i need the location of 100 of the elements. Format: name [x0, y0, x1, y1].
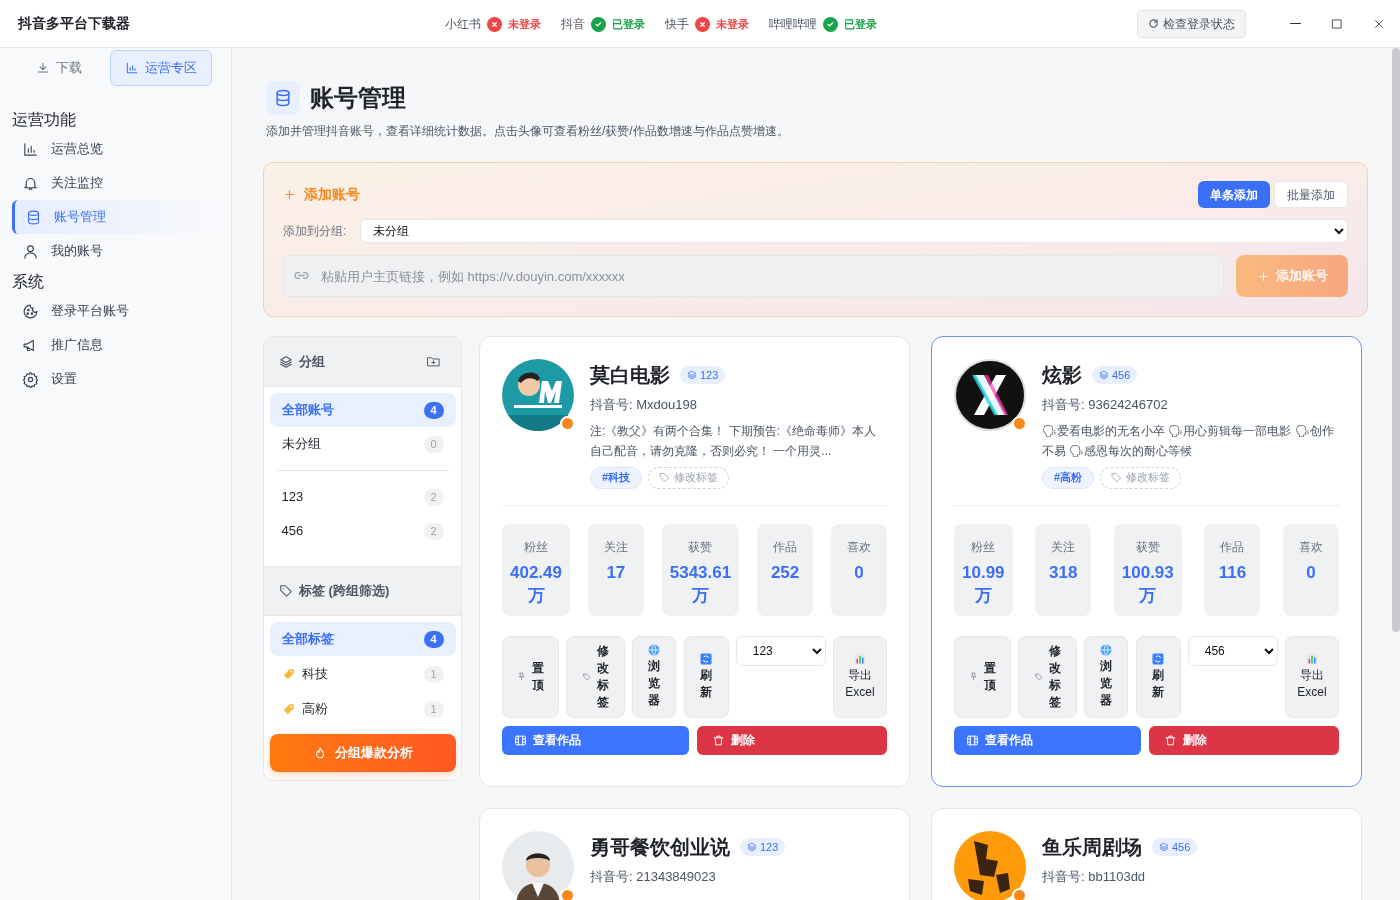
refresh-button[interactable]: 刷新: [1135, 635, 1181, 718]
filter-item[interactable]: 全部账号 4: [269, 393, 456, 427]
pin-icon: [517, 672, 526, 681]
view-works-button[interactable]: 查看作品: [954, 725, 1141, 755]
sidebar-tab[interactable]: 运营专区: [110, 49, 212, 86]
sidebar-item[interactable]: 我的账号: [12, 234, 222, 268]
stat-label: 关注: [603, 538, 628, 556]
filter-item[interactable]: 123 2: [269, 480, 456, 514]
stat-label: 喜欢: [1299, 538, 1323, 556]
tag-button[interactable]: 修改标签: [1018, 635, 1078, 718]
panel-heading: 标签 (跨组筛选): [299, 582, 390, 601]
layers-icon: [279, 354, 293, 369]
group-badge: 123: [740, 838, 786, 856]
delete-button[interactable]: 删除: [697, 725, 887, 755]
stat-unit: 万: [1139, 584, 1157, 607]
stat-label: 作品: [773, 538, 798, 556]
filter-item[interactable]: 未分组 0: [269, 427, 456, 461]
globe-icon: [1100, 644, 1113, 656]
export-button[interactable]: 导出 Excel: [1284, 635, 1339, 718]
stat-value: 116: [1218, 561, 1247, 584]
group-badge: 456: [1152, 838, 1198, 856]
pin-button[interactable]: 置顶: [502, 635, 559, 718]
folder-plus-icon[interactable]: [426, 354, 441, 369]
sidebar-tab[interactable]: 下载: [22, 49, 96, 86]
account-id: 抖音号: bb1103dd: [1042, 868, 1147, 886]
tag-icon: [659, 472, 671, 483]
pin-button[interactable]: 置顶: [954, 635, 1011, 718]
tag-chip[interactable]: #高粉: [1042, 466, 1095, 489]
field-label: 添加到分组:: [283, 223, 347, 240]
count-badge: 1: [423, 665, 444, 683]
tag-icon: [281, 702, 296, 716]
flame-icon: [313, 746, 327, 760]
sidebar-item[interactable]: 关注监控: [12, 166, 222, 200]
check-status-button[interactable]: 检查登录状态: [1137, 9, 1246, 38]
filter-item[interactable]: 高粉 1: [269, 692, 456, 726]
sidebar-item[interactable]: 登录平台账号: [12, 294, 222, 328]
tag-icon: [281, 667, 296, 681]
count-badge: 1: [423, 700, 444, 718]
plus-icon: [1256, 269, 1270, 283]
plus-icon: [283, 188, 296, 201]
sidebar-item[interactable]: 推广信息: [12, 328, 222, 362]
refresh-button[interactable]: 刷新: [683, 635, 729, 718]
layers-icon: [747, 842, 757, 852]
filter-item[interactable]: 全部标签 4: [269, 622, 456, 656]
cookie-icon: [22, 302, 39, 320]
group-select[interactable]: 123: [735, 635, 826, 666]
stat-unit: 万: [691, 584, 709, 607]
delete-button[interactable]: 删除: [1149, 725, 1339, 755]
login-status: 未登录: [508, 16, 541, 32]
count-badge: 2: [423, 522, 444, 540]
bar-chart-icon: [125, 60, 139, 75]
account-name: 鱼乐周剧场: [1042, 835, 1142, 860]
app-title: 抖音多平台下载器: [16, 14, 130, 33]
stat-label: 喜欢: [846, 538, 871, 556]
mode-tab[interactable]: 单条添加: [1198, 181, 1270, 208]
account-name: 勇哥餐饮创业说: [590, 835, 730, 860]
browser-button[interactable]: 浏览器: [1084, 635, 1129, 718]
stat-label: 获赞: [1135, 538, 1160, 556]
stat-label: 关注: [1051, 538, 1076, 556]
minimize-icon: [1289, 22, 1301, 25]
group-select[interactable]: 456: [1187, 635, 1278, 666]
pin-icon: [969, 672, 978, 681]
globe-icon: [648, 644, 661, 656]
user-icon: [22, 242, 39, 260]
mode-tab[interactable]: 批量添加: [1274, 181, 1348, 208]
panel-title: 添加账号: [304, 185, 360, 204]
view-works-button[interactable]: 查看作品: [502, 725, 689, 755]
filter-item[interactable]: 456 2: [269, 514, 456, 548]
tag-icon: [1034, 672, 1043, 681]
export-button[interactable]: 导出 Excel: [832, 635, 887, 718]
stat-value: 252: [770, 561, 800, 584]
sidebar-item[interactable]: 设置: [12, 362, 222, 396]
stat-unit: 万: [974, 584, 992, 607]
browser-button[interactable]: 浏览器: [632, 635, 677, 718]
platform-name: 哔哩哔哩: [769, 16, 817, 33]
account-bio: 注:《教父》有两个合集！ 下期预告:《绝命毒师》本人自己配音，请勿克隆，否则必究！ 一个用灵...: [590, 422, 877, 460]
account-name: 莫白电影: [590, 363, 670, 388]
tag-chip[interactable]: #科技: [590, 466, 643, 489]
platform-name: 快手: [665, 16, 689, 33]
section-heading: 运营功能: [12, 110, 77, 130]
stat-label: 作品: [1220, 538, 1245, 556]
url-input-field[interactable]: 粘贴用户主页链接，例如 https://v.douyin.com/xxxxxx: [283, 255, 1224, 297]
filter-item[interactable]: 科技 1: [269, 657, 456, 691]
bar-chart-icon: [853, 652, 866, 665]
tag-button[interactable]: 修改标签: [566, 635, 626, 718]
account-name: 炫影: [1042, 363, 1082, 388]
scrollbar[interactable]: [1392, 48, 1400, 632]
page-title: 账号管理: [310, 83, 406, 113]
database-icon: [266, 81, 300, 115]
trash-icon: [1164, 733, 1177, 747]
account-id: 抖音号: Mxdou198: [590, 396, 698, 414]
trash-icon: [712, 733, 725, 747]
group-badge: 456: [1092, 366, 1138, 384]
stat-value: 5343.61: [669, 561, 732, 584]
group-select[interactable]: 未分组: [360, 219, 1348, 243]
sidebar-item[interactable]: 运营总览: [12, 132, 222, 166]
tag-icon: [582, 672, 591, 681]
account-bio: 🗣爱看电影的无名小卒 🗣用心剪辑每一部电影 🗣创作不易 🗣感恩每次的耐心等候: [1042, 422, 1335, 460]
bar-chart-icon: [22, 140, 39, 158]
panel-heading: 分组: [299, 352, 325, 371]
